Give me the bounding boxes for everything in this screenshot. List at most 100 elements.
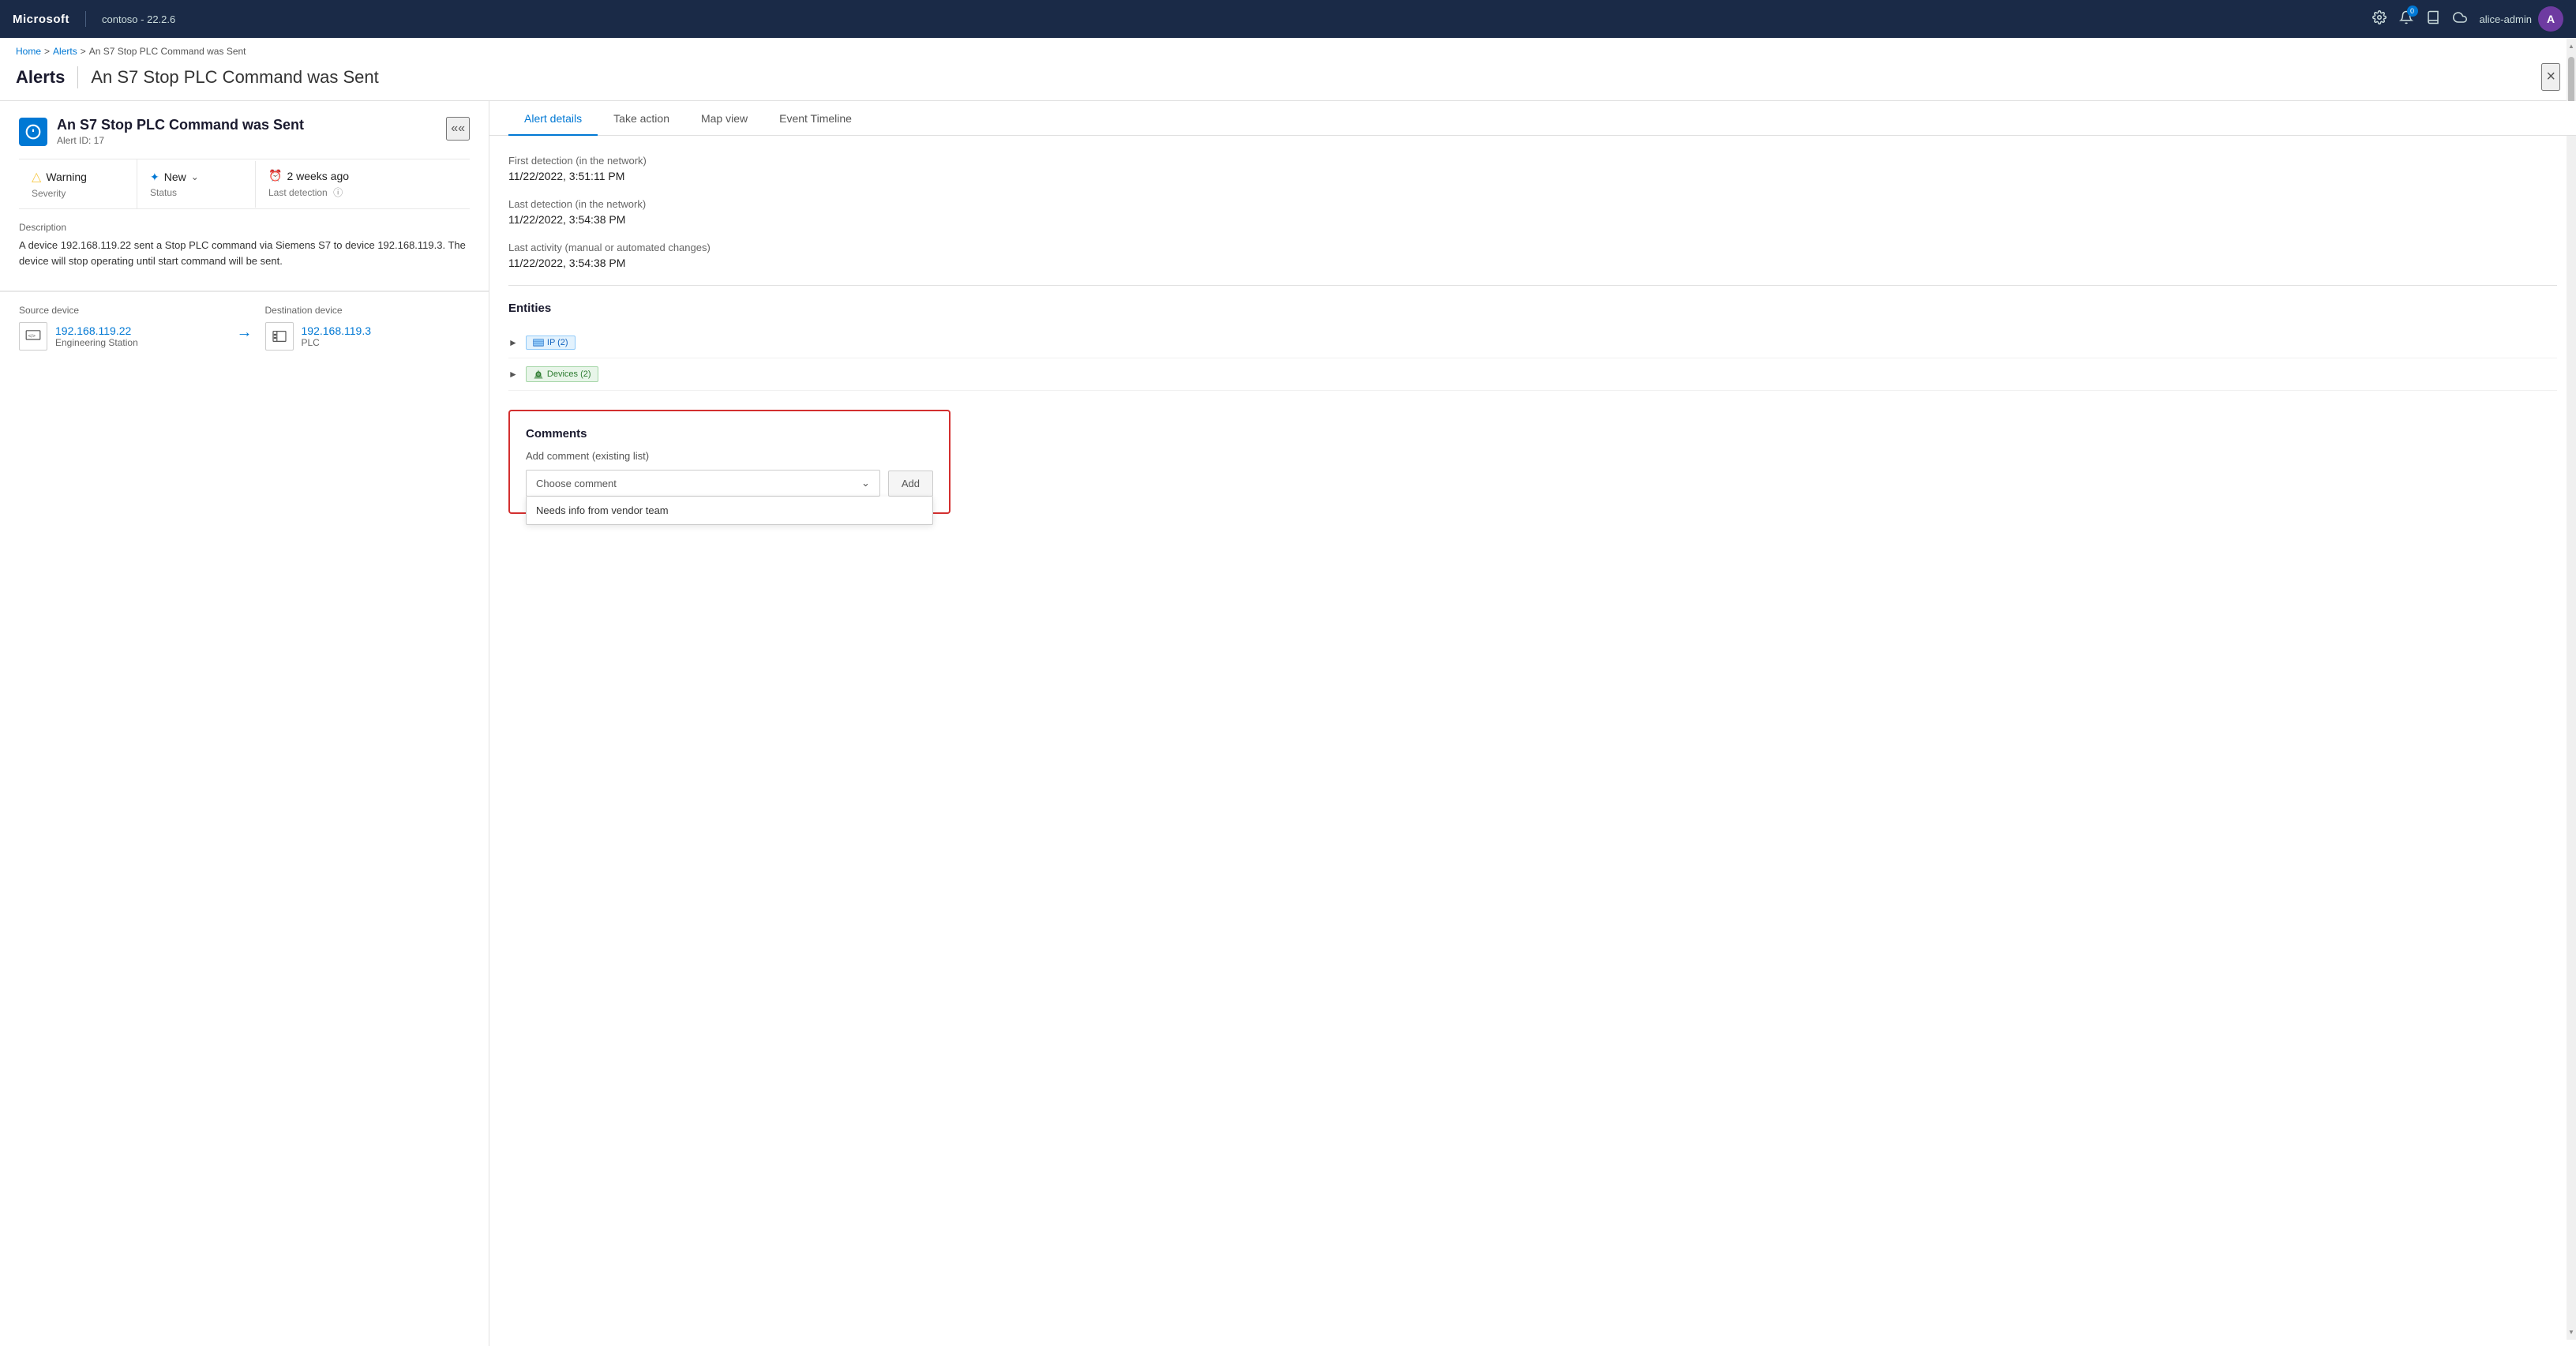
library-icon[interactable] [2426, 10, 2440, 28]
detection-label: Last detection ⓘ [268, 186, 362, 199]
detection-value: ⏰ 2 weeks ago [268, 169, 362, 182]
scroll-up[interactable]: ▲ [2567, 38, 2576, 54]
dest-info: 192.168.119.3 PLC [265, 322, 471, 351]
notification-icon[interactable]: 0 [2399, 10, 2413, 28]
comments-sublabel: Add comment (existing list) [526, 450, 933, 462]
status-item[interactable]: ✦ New ⌄ Status [137, 161, 256, 208]
last-detection-label: Last detection (in the network) [508, 198, 2557, 210]
entities-title: Entities [508, 302, 2557, 315]
alert-id: Alert ID: 17 [57, 135, 304, 146]
close-button[interactable]: × [2541, 63, 2560, 91]
entity-ip-chevron: ► [508, 337, 518, 348]
severity-item: △ Warning Severity [19, 159, 137, 208]
comment-dropdown: Needs info from vendor team [526, 497, 933, 525]
info-icon: ⓘ [333, 187, 343, 198]
warning-icon: △ [32, 169, 41, 185]
severity-label: Severity [32, 188, 124, 199]
comment-dropdown-icon: ⌄ [861, 477, 870, 489]
status-dropdown-arrow[interactable]: ⌄ [191, 171, 199, 182]
breadcrumb-home[interactable]: Home [16, 46, 41, 57]
title-divider [77, 66, 78, 88]
tab-take-action[interactable]: Take action [598, 101, 685, 136]
main-layout: An S7 Stop PLC Command was Sent Alert ID… [0, 101, 2576, 1346]
app-name: contoso - 22.2.6 [102, 13, 175, 25]
source-type: Engineering Station [55, 337, 138, 348]
comment-add-button[interactable]: Add [888, 471, 933, 497]
alert-description: Description A device 192.168.119.22 sent… [19, 209, 470, 275]
tab-map-view[interactable]: Map view [685, 101, 763, 136]
scroll-indicator: ▲ ▼ [2567, 38, 2576, 1340]
page-header: Alerts An S7 Stop PLC Command was Sent × [0, 60, 2576, 101]
dest-label: Destination device [265, 305, 471, 316]
description-text: A device 192.168.119.22 sent a Stop PLC … [19, 238, 470, 268]
last-detection-row: Last detection (in the network) 11/22/20… [508, 198, 2557, 226]
breadcrumb: Home > Alerts > An S7 Stop PLC Command w… [0, 38, 2576, 60]
last-activity-row: Last activity (manual or automated chang… [508, 242, 2557, 269]
dest-ip[interactable]: 192.168.119.3 [302, 324, 372, 337]
alert-card: An S7 Stop PLC Command was Sent Alert ID… [0, 101, 489, 291]
tabs-bar: Alert details Take action Map view Event… [489, 101, 2576, 136]
comments-title: Comments [526, 427, 933, 441]
entity-ip[interactable]: ► IP (2) [508, 328, 2557, 358]
description-label: Description [19, 222, 470, 233]
entity-devices-badge: Devices (2) [526, 366, 598, 382]
comment-select[interactable]: Choose comment ⌄ [526, 470, 880, 497]
detection-item: ⏰ 2 weeks ago Last detection ⓘ [256, 159, 374, 208]
user-avatar: A [2538, 6, 2563, 32]
dest-details: 192.168.119.3 PLC [302, 324, 372, 348]
alert-title-block: An S7 Stop PLC Command was Sent Alert ID… [57, 117, 304, 146]
alert-title: An S7 Stop PLC Command was Sent [57, 117, 304, 133]
scroll-thumb [2568, 57, 2574, 104]
dest-type: PLC [302, 337, 372, 348]
tab-event-timeline[interactable]: Event Timeline [763, 101, 868, 136]
entity-ip-badge: IP (2) [526, 336, 576, 350]
last-activity-label: Last activity (manual or automated chang… [508, 242, 2557, 253]
source-label: Source device [19, 305, 224, 316]
source-info: </> 192.168.119.22 Engineering Station [19, 322, 224, 351]
status-icon: ✦ [150, 171, 159, 184]
source-device: Source device </> 192.168.119.22 Enginee… [19, 305, 224, 351]
source-device-icon: </> [19, 322, 47, 351]
brand-name: Microsoft [13, 13, 69, 26]
device-section: Source device </> 192.168.119.22 Enginee… [0, 291, 489, 363]
comments-section: Comments Add comment (existing list) Cho… [508, 410, 951, 514]
source-ip[interactable]: 192.168.119.22 [55, 324, 138, 337]
user-name: alice-admin [2480, 13, 2532, 25]
page-title: Alerts [16, 67, 65, 88]
svg-text:</>: </> [28, 334, 36, 339]
topbar-icons: 0 alice-admin A [2372, 6, 2563, 32]
comment-placeholder: Choose comment [536, 478, 617, 489]
tab-alert-details[interactable]: Alert details [508, 101, 598, 136]
status-label: Status [150, 187, 242, 198]
collapse-button[interactable]: «« [446, 117, 470, 141]
breadcrumb-current: An S7 Stop PLC Command was Sent [89, 46, 246, 57]
user-info[interactable]: alice-admin A [2480, 6, 2563, 32]
scroll-down[interactable]: ▼ [2567, 1324, 2576, 1340]
source-details: 192.168.119.22 Engineering Station [55, 324, 138, 348]
breadcrumb-alerts[interactable]: Alerts [53, 46, 77, 57]
severity-value: △ Warning [32, 169, 124, 185]
comment-option-vendor[interactable]: Needs info from vendor team [527, 497, 932, 524]
comments-input-row: Choose comment ⌄ Add Needs info from ven… [526, 470, 933, 497]
cloud-icon[interactable] [2453, 10, 2467, 28]
dest-device: Destination device 192.168.119.3 PLC [265, 305, 471, 351]
last-detection-value: 11/22/2022, 3:54:38 PM [508, 213, 2557, 226]
right-panel: Alert details Take action Map view Event… [489, 101, 2576, 1346]
device-arrow-icon: → [237, 324, 253, 342]
topbar: Microsoft contoso - 22.2.6 0 [0, 0, 2576, 38]
alert-meta: △ Warning Severity ✦ New ⌄ Status ⏰ [19, 159, 470, 209]
right-content: First detection (in the network) 11/22/2… [489, 136, 2576, 533]
left-panel: An S7 Stop PLC Command was Sent Alert ID… [0, 101, 489, 1346]
clock-icon: ⏰ [268, 169, 282, 182]
entity-devices[interactable]: ► Devices (2) [508, 358, 2557, 391]
settings-icon[interactable] [2372, 10, 2387, 28]
topbar-divider [85, 11, 86, 27]
first-detection-row: First detection (in the network) 11/22/2… [508, 155, 2557, 182]
first-detection-label: First detection (in the network) [508, 155, 2557, 167]
alert-icon [19, 118, 47, 146]
status-value: ✦ New ⌄ [150, 171, 242, 184]
section-divider [508, 285, 2557, 286]
entity-devices-chevron: ► [508, 369, 518, 380]
page-subtitle: An S7 Stop PLC Command was Sent [91, 67, 378, 88]
last-activity-value: 11/22/2022, 3:54:38 PM [508, 257, 2557, 269]
